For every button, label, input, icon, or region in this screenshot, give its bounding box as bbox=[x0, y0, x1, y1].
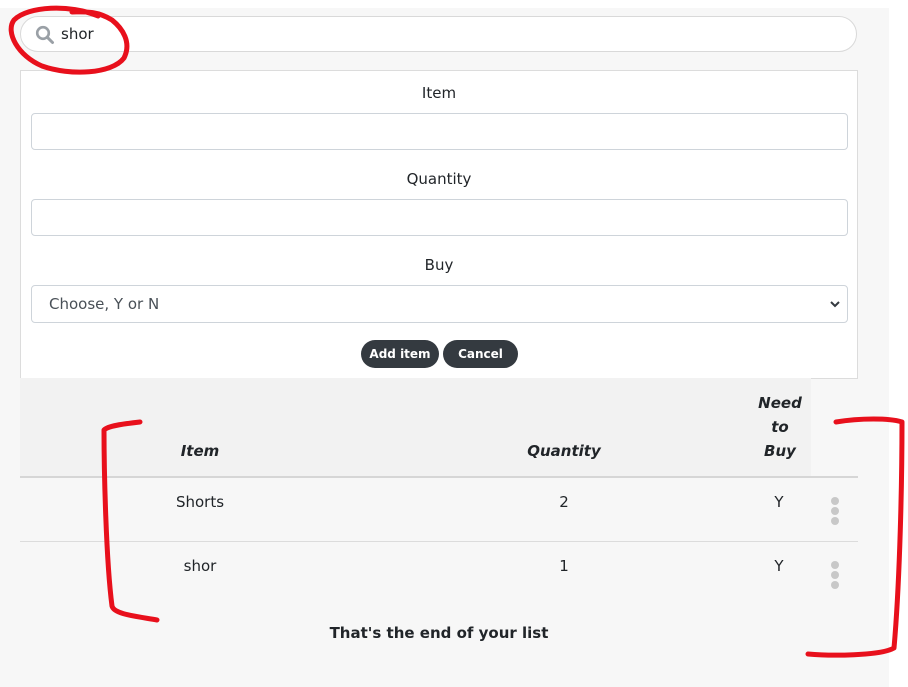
buy-label: Buy bbox=[424, 256, 454, 274]
search-bar[interactable] bbox=[20, 16, 857, 52]
cancel-button[interactable]: Cancel bbox=[443, 340, 518, 368]
item-label: Item bbox=[421, 84, 457, 102]
end-of-list-text: That's the end of your list bbox=[329, 624, 549, 642]
add-item-button[interactable]: Add item bbox=[361, 340, 439, 368]
header-word: to bbox=[771, 418, 789, 436]
cell-quantity: 1 bbox=[559, 557, 569, 575]
add-item-form: Item Quantity Buy Choose, Y or N Add ite… bbox=[20, 70, 858, 379]
cell-quantity: 2 bbox=[559, 493, 569, 511]
cell-buy: Y bbox=[774, 493, 784, 511]
header-divider bbox=[20, 476, 858, 478]
chevron-down-icon bbox=[830, 301, 840, 308]
table-header bbox=[20, 378, 811, 476]
item-field[interactable] bbox=[31, 113, 848, 150]
row-menu-icon[interactable] bbox=[830, 497, 840, 525]
header-word: Buy bbox=[764, 442, 796, 460]
search-input[interactable] bbox=[61, 23, 761, 45]
row-menu-icon[interactable] bbox=[830, 561, 840, 589]
buy-select-value: Choose, Y or N bbox=[49, 295, 160, 313]
search-icon bbox=[35, 25, 54, 44]
row-divider bbox=[20, 541, 858, 542]
header-word: Need bbox=[758, 394, 802, 412]
cell-item: shor bbox=[183, 557, 217, 575]
buy-select[interactable]: Choose, Y or N bbox=[31, 285, 848, 323]
column-header-item: Item bbox=[180, 442, 220, 460]
cell-item: Shorts bbox=[175, 493, 225, 511]
quantity-field[interactable] bbox=[31, 199, 848, 236]
quantity-label: Quantity bbox=[406, 170, 472, 188]
column-header-quantity: Quantity bbox=[527, 442, 601, 460]
cell-buy: Y bbox=[774, 557, 784, 575]
column-header-need-to-buy: Need to Buy bbox=[740, 391, 820, 463]
